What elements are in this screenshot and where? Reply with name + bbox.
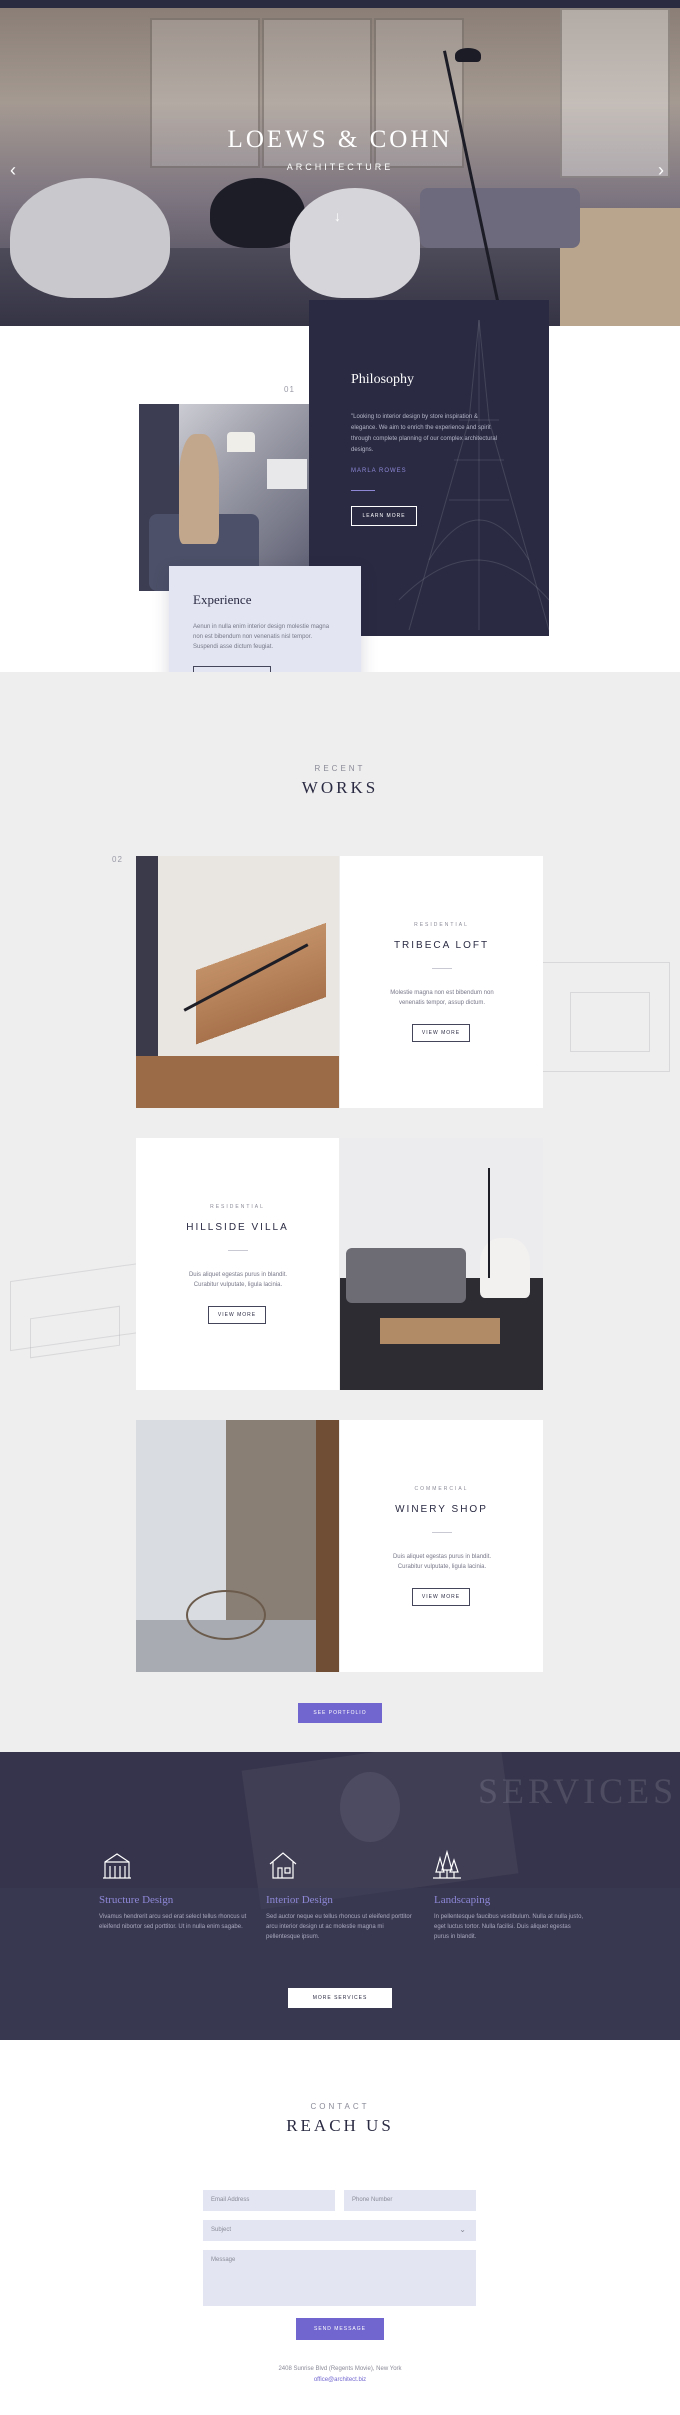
hillside-villa-card: RESIDENTIAL HILLSIDE VILLA Duis aliquet … <box>136 1138 339 1390</box>
photo-person <box>179 434 219 544</box>
work-category: RESIDENTIAL <box>414 922 469 928</box>
architecture-sketch <box>398 319 549 631</box>
philosophy-title: Philosophy <box>351 372 415 387</box>
services-section: SERVICES Structure Design Vivamus hendre… <box>0 1752 680 2040</box>
work-category: RESIDENTIAL <box>210 1204 265 1210</box>
service-description: Sed auctor neque eu tellus rhoncus ut el… <box>266 1914 412 1940</box>
service-title: Landscaping <box>434 1894 491 1906</box>
hero-lamp-shade <box>455 48 481 62</box>
hero-chair <box>290 188 420 298</box>
brand-title: LOEWS & COHN <box>227 126 453 153</box>
experience-title: Experience <box>193 592 252 607</box>
email-field[interactable]: Email Address <box>203 2190 335 2211</box>
trees-icon <box>433 1849 461 1879</box>
chevron-right-icon[interactable]: › <box>658 160 664 181</box>
services-band <box>0 1888 680 2040</box>
works-title: WORKS <box>301 778 379 797</box>
more-services-button[interactable]: MORE SERVICES <box>288 1988 392 2008</box>
winery-shop-photo <box>136 1420 339 1672</box>
message-field[interactable]: Message <box>203 2250 476 2306</box>
photo-lampshade <box>227 432 255 452</box>
tribeca-loft-photo <box>136 856 339 1108</box>
top-bar <box>0 0 680 8</box>
photo-lamp <box>488 1168 490 1278</box>
photo-chair <box>186 1590 266 1640</box>
phone-field[interactable]: Phone Number <box>344 2190 476 2211</box>
hero-sofa <box>420 188 580 248</box>
view-more-button[interactable]: VIEW MORE <box>412 1024 470 1042</box>
photo-table <box>380 1318 500 1344</box>
photo-wood-panel <box>316 1420 339 1672</box>
address-text: 2408 Sunrise Blvd (Regents Movie), New Y… <box>278 2366 402 2372</box>
work-description: Duis aliquet egestas purus in blandit. C… <box>392 1554 492 1570</box>
chevron-down-icon: ⌄ <box>459 2225 466 2234</box>
section-number: 01 <box>284 385 295 394</box>
work-divider <box>228 1250 248 1251</box>
work-divider <box>432 1532 452 1533</box>
work-category: COMMERCIAL <box>414 1486 469 1492</box>
photo-floor <box>136 1056 339 1108</box>
subject-select-label: Subject <box>211 2227 232 2233</box>
service-description: In pellentesque faucibus vestibulum. Nul… <box>434 1914 584 1940</box>
philosophy-divider <box>351 490 375 491</box>
service-title: Structure Design <box>99 1894 174 1906</box>
hero-chair <box>10 178 170 298</box>
service-title: Interior Design <box>266 1894 333 1906</box>
chevron-left-icon[interactable]: ‹ <box>10 160 16 181</box>
background-sketch <box>570 992 650 1052</box>
photo-sofa <box>346 1248 466 1303</box>
service-description: Vivamus hendrerit arcu sed erat selecl t… <box>99 1914 247 1930</box>
photo-window <box>136 1420 226 1620</box>
work-description: Molestie magna non est bibendum non vene… <box>390 990 494 1006</box>
work-title: TRIBECA LOFT <box>393 940 490 951</box>
philosophy-text: "Looking to interior design by store ins… <box>351 414 498 453</box>
contact-label: CONTACT <box>310 2102 370 2111</box>
see-portfolio-button[interactable]: SEE PORTFOLIO <box>298 1703 382 1723</box>
view-more-button[interactable]: VIEW MORE <box>208 1306 266 1324</box>
house-icon <box>269 1852 297 1879</box>
work-title: HILLSIDE VILLA <box>186 1222 289 1233</box>
winery-shop-card: COMMERCIAL WINERY SHOP Duis aliquet eges… <box>340 1420 543 1672</box>
work-divider <box>432 968 452 969</box>
brand-subtitle: ARCHITECTURE <box>286 162 394 172</box>
section-number: 02 <box>112 855 123 864</box>
experience-photo <box>139 404 324 591</box>
photo-pillow <box>267 459 307 489</box>
work-description: Duis aliquet egestas purus in blandit. C… <box>188 1272 288 1288</box>
arrow-down-icon[interactable]: ↓ <box>334 208 341 224</box>
hillside-villa-photo <box>340 1138 543 1390</box>
email-link[interactable]: office@architect.biz <box>0 2377 680 2383</box>
view-more-button[interactable]: VIEW MORE <box>412 1588 470 1606</box>
background-portrait <box>340 1772 400 1842</box>
hero-banner: LOEWS & COHN ARCHITECTURE ‹ › ↓ <box>0 8 680 326</box>
works-label: RECENT <box>314 764 366 773</box>
philosophy-author: MARLA ROWES <box>351 468 407 474</box>
contact-section: CONTACT REACH US Email Address Phone Num… <box>0 2040 680 2415</box>
send-message-button[interactable]: SEND MESSAGE <box>296 2318 384 2340</box>
work-title: WINERY SHOP <box>395 1504 488 1515</box>
tribeca-loft-card: RESIDENTIAL TRIBECA LOFT Molestie magna … <box>340 856 543 1108</box>
contact-title: REACH US <box>286 2116 394 2135</box>
experience-text: Aenun in nulla enim interior design mole… <box>193 624 330 650</box>
building-icon <box>103 1853 131 1879</box>
services-background-word: SERVICES <box>478 1771 678 1811</box>
photo-brick-wall <box>226 1420 316 1620</box>
learn-more-button[interactable]: LEARN MORE <box>351 506 417 526</box>
subject-select[interactable]: Subject ⌄ <box>203 2220 476 2241</box>
